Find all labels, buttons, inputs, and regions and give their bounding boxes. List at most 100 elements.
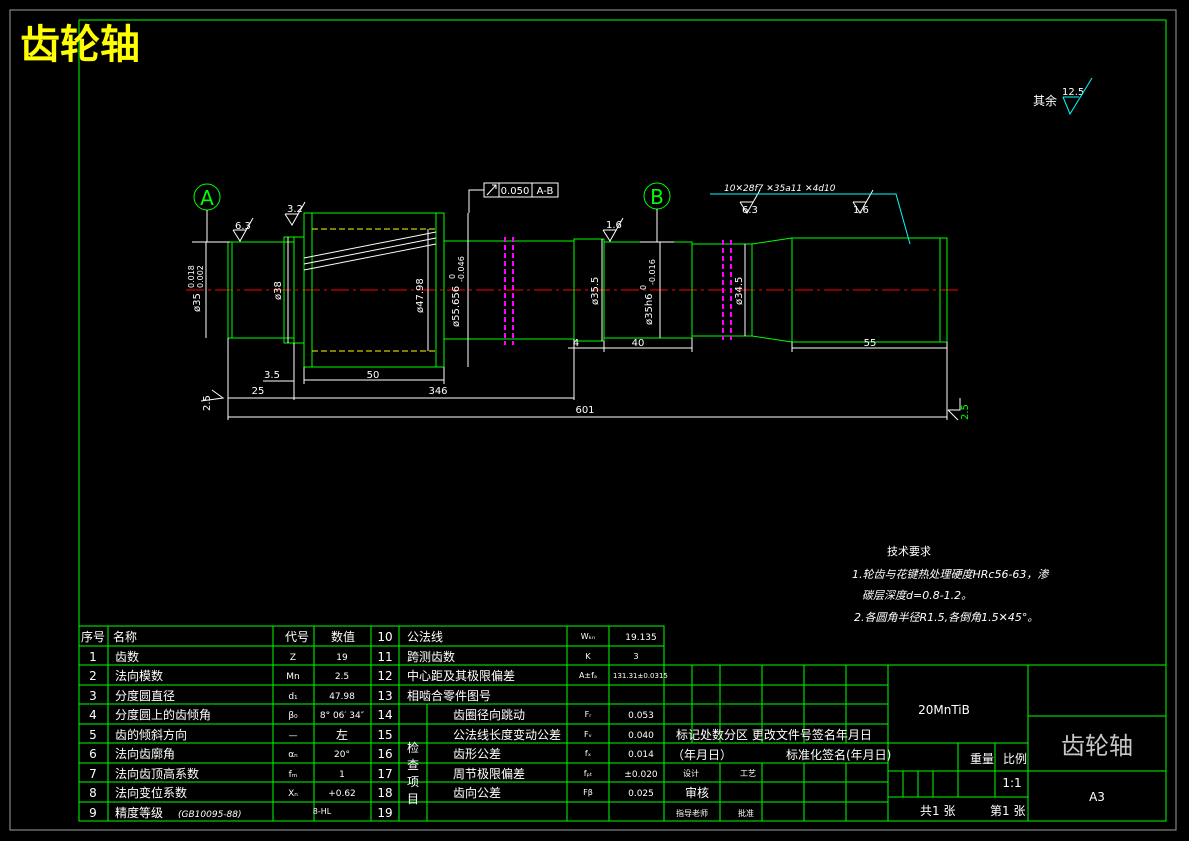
- row5-value: 左: [336, 727, 348, 742]
- inspect-label-1: 检: [407, 740, 419, 755]
- design-label: 设计: [683, 768, 699, 778]
- default-roughness-label: 其余: [1033, 93, 1057, 108]
- row3-name: 分度圆直径: [115, 688, 175, 703]
- row11-no: 11: [377, 650, 392, 664]
- roughness-label-2: 3.2: [287, 204, 303, 215]
- row6-value: 20°: [334, 750, 350, 760]
- row15-name: 公法线长度变动公差: [453, 727, 561, 742]
- chief-label: 指导老师: [676, 808, 708, 818]
- row2-code: Mn: [286, 672, 299, 682]
- sheets-total: 共1 张: [920, 804, 955, 818]
- process-label: 工艺: [740, 769, 756, 778]
- spline-marks: [504, 237, 732, 345]
- row6-code: αₙ: [288, 750, 298, 760]
- roughness-label-5: 1.6: [853, 205, 869, 216]
- row9-no: 9: [89, 806, 97, 820]
- row12-name: 中心距及其极限偏差: [407, 668, 515, 683]
- row12-value: 131.31±0.0315: [613, 672, 668, 680]
- row17-no: 17: [377, 767, 392, 781]
- len-55: 55: [864, 338, 877, 349]
- runout-datum: A-B: [537, 186, 554, 197]
- row4-no: 4: [89, 708, 97, 722]
- row18-name: 齿向公差: [453, 785, 501, 800]
- row3-no: 3: [89, 689, 97, 703]
- row16-value: 0.014: [628, 750, 654, 760]
- approve-label: 批准: [738, 808, 754, 818]
- length-labels: 3.5 25 50 346 601 4 40 55: [252, 338, 877, 416]
- runout-value: 0.050: [501, 186, 530, 197]
- dia-journal-b-tol-lower: -0.016: [648, 259, 657, 285]
- row15-value: 0.040: [628, 731, 654, 741]
- row10-no: 10: [377, 630, 392, 644]
- row19-no: 19: [377, 806, 392, 820]
- row10-name: 公法线: [407, 630, 443, 644]
- row8-name: 法向变位系数: [115, 785, 187, 800]
- std-sign: 标准化签名(年月日): [786, 747, 891, 762]
- hdr-code: 代号: [285, 630, 309, 644]
- roughness-label-7: 2.5: [960, 404, 971, 420]
- dia-journal-a-tol-upper: 0.018: [187, 265, 196, 288]
- row7-name: 法向齿顶高系数: [115, 766, 199, 781]
- weight-label: 重量: [970, 752, 994, 766]
- material: 20MnTiB: [918, 703, 970, 717]
- row12-no: 12: [377, 669, 392, 683]
- inspect-label-2: 查: [407, 758, 419, 772]
- len-4: 4: [573, 338, 579, 349]
- row18-no: 18: [377, 786, 392, 800]
- len-601: 601: [575, 405, 594, 416]
- dia-gear-pitch: ø47.98: [415, 278, 426, 313]
- row11-code: K: [585, 652, 591, 661]
- row4-name: 分度圆上的齿倾角: [115, 707, 211, 722]
- datum-a: A: [192, 183, 230, 243]
- row9-name: 精度等级: [115, 805, 163, 820]
- row7-code: fₘ: [289, 770, 298, 780]
- row18-code: Fβ: [583, 788, 593, 797]
- params-left-rows: 1 齿数 Z 19 2 法向模数 Mn 2.5 3 分度圆直径 d₁ 47.98…: [89, 649, 365, 820]
- row10-value: 19.135: [625, 633, 657, 643]
- scale-value: 1:1: [1002, 776, 1021, 790]
- roughness-label-3: 1.6: [606, 220, 622, 231]
- row1-no: 1: [89, 650, 97, 664]
- row6-no: 6: [89, 747, 97, 761]
- scale-label: 比例: [1003, 752, 1027, 766]
- datum-b-label: B: [650, 185, 664, 209]
- rev-header: 标记处数分区 更改文件号签名年月日: [676, 727, 872, 742]
- dia-gear-tip-tol-upper: 0: [448, 274, 457, 279]
- row15-code: Fᵥ: [584, 730, 592, 739]
- tech-requirements: 技术要求 1.轮齿与花键热处理硬度HRc56-63，渗 碳层深度d=0.8-1.…: [852, 545, 1049, 624]
- row10-code: Wₖₙ: [581, 632, 596, 641]
- row8-code: Xₙ: [288, 789, 298, 799]
- hdr-value: 数值: [331, 629, 355, 644]
- row2-value: 2.5: [335, 672, 349, 682]
- tech-req-line2: 碳层深度d=0.8-1.2。: [862, 589, 972, 602]
- hdr-name: 名称: [113, 629, 137, 644]
- row2-no: 2: [89, 669, 97, 683]
- outer-frame: [9, 9, 1177, 831]
- row17-value: ±0.020: [624, 770, 658, 780]
- row18-value: 0.025: [628, 789, 654, 799]
- title-block: 20MnTiB 齿轮轴 A3 标记处数分区 更改文件号签名年月日 （年月日） 标…: [672, 703, 1133, 818]
- inspect-label-4: 目: [407, 792, 419, 806]
- row7-value: 1: [339, 770, 345, 780]
- row14-value: 0.053: [628, 711, 654, 721]
- row1-value: 19: [336, 653, 348, 663]
- row5-name: 齿的倾斜方向: [115, 727, 187, 742]
- row14-code: Fᵣ: [585, 710, 593, 719]
- datum-a-label: A: [200, 186, 214, 210]
- dia-journal-a: ø35: [192, 293, 203, 312]
- tech-req-line3: 2.各圆角半径R1.5,各倒角1.5✕45°。: [854, 611, 1038, 624]
- row16-no: 16: [377, 747, 392, 761]
- row7-no: 7: [89, 767, 97, 781]
- tech-req-line1: 1.轮齿与花键热处理硬度HRc56-63，渗: [852, 568, 1049, 581]
- dia-gear-tip-tol-lower: -0.046: [457, 256, 466, 282]
- row5-code: —: [289, 731, 298, 741]
- roughness-label-6: 2.5: [202, 395, 213, 411]
- hdr-no: 序号: [81, 629, 105, 644]
- row8-no: 8: [89, 786, 97, 800]
- runout-arrow-icon: [486, 184, 497, 196]
- drawing-title: 齿轮轴: [20, 22, 140, 68]
- row4-value: 8° 06′ 34″: [320, 711, 365, 721]
- row14-no: 14: [377, 708, 392, 722]
- inspect-label-3: 项: [407, 775, 419, 789]
- row16-code: fₓ: [585, 749, 592, 758]
